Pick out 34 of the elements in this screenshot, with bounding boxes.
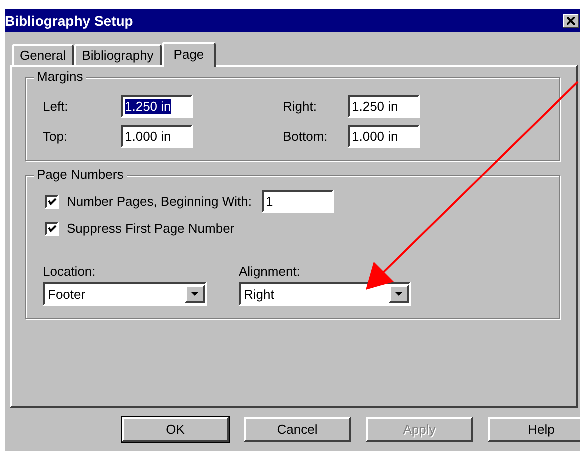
dropdown-label: Location: xyxy=(43,264,97,279)
field-label: Left: xyxy=(43,99,70,114)
dropdown-button[interactable] xyxy=(185,285,205,303)
group-title: Page Numbers xyxy=(34,167,127,182)
field-label: Top: xyxy=(43,129,69,144)
group-title: Margins xyxy=(34,69,86,84)
dropdown[interactable]: Right xyxy=(239,282,411,306)
checkbox[interactable] xyxy=(45,194,59,208)
input-field[interactable]: 1.000 in xyxy=(348,125,420,148)
tab[interactable]: General xyxy=(12,44,74,65)
input-field[interactable]: 1.000 in xyxy=(121,125,193,148)
dialog-button[interactable]: OK xyxy=(122,417,229,442)
checkmark-icon xyxy=(48,198,56,206)
tab[interactable]: Bibliography xyxy=(74,44,162,65)
dropdown[interactable]: Footer xyxy=(43,282,207,306)
dropdown-button[interactable] xyxy=(389,285,409,303)
window-title: Bibliography Setup xyxy=(5,12,134,28)
caret-icon xyxy=(191,292,199,296)
input-field[interactable]: 1.250 in xyxy=(121,95,193,118)
checkbox-label: Number Pages, Beginning With: xyxy=(67,194,252,209)
checkbox[interactable] xyxy=(45,222,59,236)
dialog-button[interactable]: Cancel xyxy=(244,417,351,442)
close-button[interactable] xyxy=(563,14,579,28)
close-icon xyxy=(567,16,575,24)
field-label: Bottom: xyxy=(283,129,329,144)
checkbox-label: Suppress First Page Number xyxy=(67,221,235,236)
tab[interactable]: Page xyxy=(162,42,216,67)
dialog-button[interactable]: Help xyxy=(488,417,580,442)
input-field[interactable]: 1 xyxy=(262,190,334,213)
checkmark-icon xyxy=(48,224,56,232)
field-label: Right: xyxy=(283,99,318,114)
dropdown-label: Alignment: xyxy=(239,264,302,279)
input-field[interactable]: 1.250 in xyxy=(348,95,420,118)
caret-icon xyxy=(395,292,403,296)
